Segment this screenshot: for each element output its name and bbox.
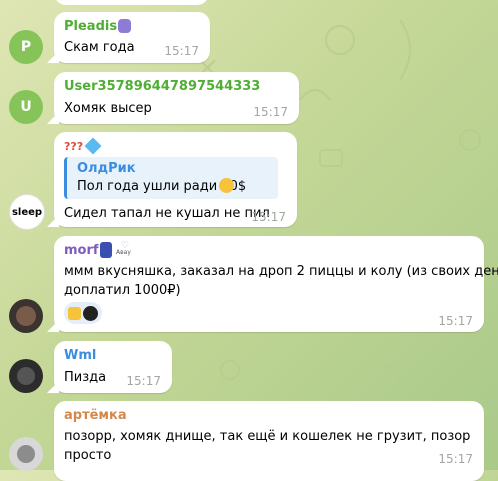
message-text: Скам года [64,40,135,55]
message-time: 15:17 [126,374,161,388]
avatar-photo [17,367,35,385]
message-row[interactable]: morf Авау ♡ ммм вкусняшка, заказал на др… [0,236,498,336]
chat-wallpaper [199,19,481,381]
message-time: 15:17 [251,210,286,224]
reply-preview[interactable]: ОлдРик Пол года ушли ради 20$ [64,157,278,199]
reply-sender: ОлдРик [77,161,136,176]
message-time: 15:17 [438,452,473,466]
sender-name[interactable]: morf [64,243,99,258]
heart-icon: ♡ [121,241,130,251]
message-bubble: User357896447897544333 Хомяк высер 15:17 [54,72,299,124]
reaction-chip[interactable] [64,302,102,324]
sender-emoji-badge [118,19,131,33]
avatar-photo [17,445,35,463]
message-bubble: Wml Пизда 15:17 [54,341,172,393]
hand-emoji-icon [100,242,112,258]
avatar[interactable]: U [9,90,43,124]
message-row[interactable]: Pleadis Скам года 15:17 P [0,12,498,68]
message-text-line2: просто [64,448,112,463]
message-bubble: артёмка позорр, хомяк днище, так ещё и к… [54,401,484,481]
message-row[interactable]: Wml Пизда 15:17 [0,341,498,397]
sender-name[interactable]: User357896447897544333 [64,79,260,94]
message-time: 15:17 [438,314,473,328]
sender-name[interactable]: артёмка [64,408,127,423]
sender-name[interactable]: Pleadis [64,19,117,34]
message-bubble: Pleadis Скам года 15:17 [54,12,210,63]
thumbs-up-icon [68,306,81,320]
message-bubble-cut [54,0,209,5]
avatar[interactable]: sleep [9,194,45,230]
message-bubble: ??? ОлдРик Пол года ушли ради 20$ Сидел … [54,132,297,227]
avatar[interactable] [9,437,43,471]
bubble-tail [47,112,59,124]
message-text: Пизда [64,370,107,385]
message-text: Хомяк высер [64,101,152,116]
message-row[interactable]: ??? ОлдРик Пол года ушли ради 20$ Сидел … [0,132,498,232]
reactor-avatar [83,305,98,321]
bubble-tail [47,51,59,63]
message-text: Сидел тапал не кушал не пил [64,206,270,221]
message-text-line1: позорр, хомяк днище, так ещё и кошелек н… [64,429,471,444]
diamond-icon [84,137,102,155]
message-bubble: morf Авау ♡ ммм вкусняшка, заказал на др… [54,236,498,332]
avatar[interactable] [9,359,43,393]
message-text-line1: ммм вкусняшка, заказал на дроп 2 пиццы и… [64,264,498,279]
grin-emoji-icon [219,178,234,193]
message-time: 15:17 [253,105,288,119]
message-row[interactable]: артёмка позорр, хомяк днище, так ещё и к… [0,401,498,481]
message-row[interactable]: User357896447897544333 Хомяк высер 15:17… [0,72,498,128]
avatar[interactable] [9,299,43,333]
bubble-tail [47,215,59,227]
avatar-photo [16,306,36,326]
avatar-text: sleep [11,206,43,218]
message-time: 15:17 [164,44,199,58]
avatar-letter: P [20,39,32,55]
message-text-line2: доплатил 1000₽) [64,283,181,298]
avatar[interactable]: P [9,30,43,64]
sender-name[interactable]: Wml [64,348,96,363]
sender-name[interactable]: ??? [64,140,83,153]
avatar-letter: U [20,99,32,115]
